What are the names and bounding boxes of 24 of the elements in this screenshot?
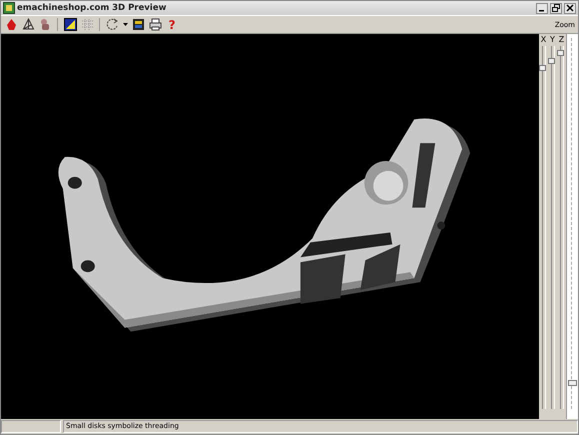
color-palette-icon[interactable] — [130, 16, 146, 32]
rotation-slider[interactable] — [542, 46, 546, 409]
close-icon — [566, 4, 574, 12]
app-icon — [3, 2, 15, 14]
slider-thumb[interactable] — [568, 380, 577, 386]
help-button[interactable]: ? — [164, 16, 180, 32]
rotation-slider[interactable] — [560, 46, 564, 409]
zoom-slider[interactable] — [571, 38, 574, 409]
axis-label: X — [540, 34, 546, 46]
wireframe-icon[interactable] — [20, 16, 36, 32]
rotation-slider[interactable] — [550, 46, 554, 409]
printer-icon[interactable] — [147, 16, 163, 32]
restore-button[interactable] — [550, 2, 562, 14]
color-square-icon[interactable] — [62, 16, 78, 32]
axis-label: Y — [550, 34, 555, 46]
window-title: emachineshop.com 3D Preview — [17, 3, 166, 13]
close-button[interactable] — [564, 2, 576, 14]
axis-label: Z — [558, 34, 564, 46]
rotate-icon[interactable] — [104, 16, 120, 32]
slider-thumb[interactable] — [556, 50, 564, 56]
minimize-button[interactable] — [536, 2, 548, 14]
slider-thumb[interactable] — [548, 58, 554, 64]
restore-icon — [552, 4, 560, 12]
status-pane — [1, 420, 61, 433]
